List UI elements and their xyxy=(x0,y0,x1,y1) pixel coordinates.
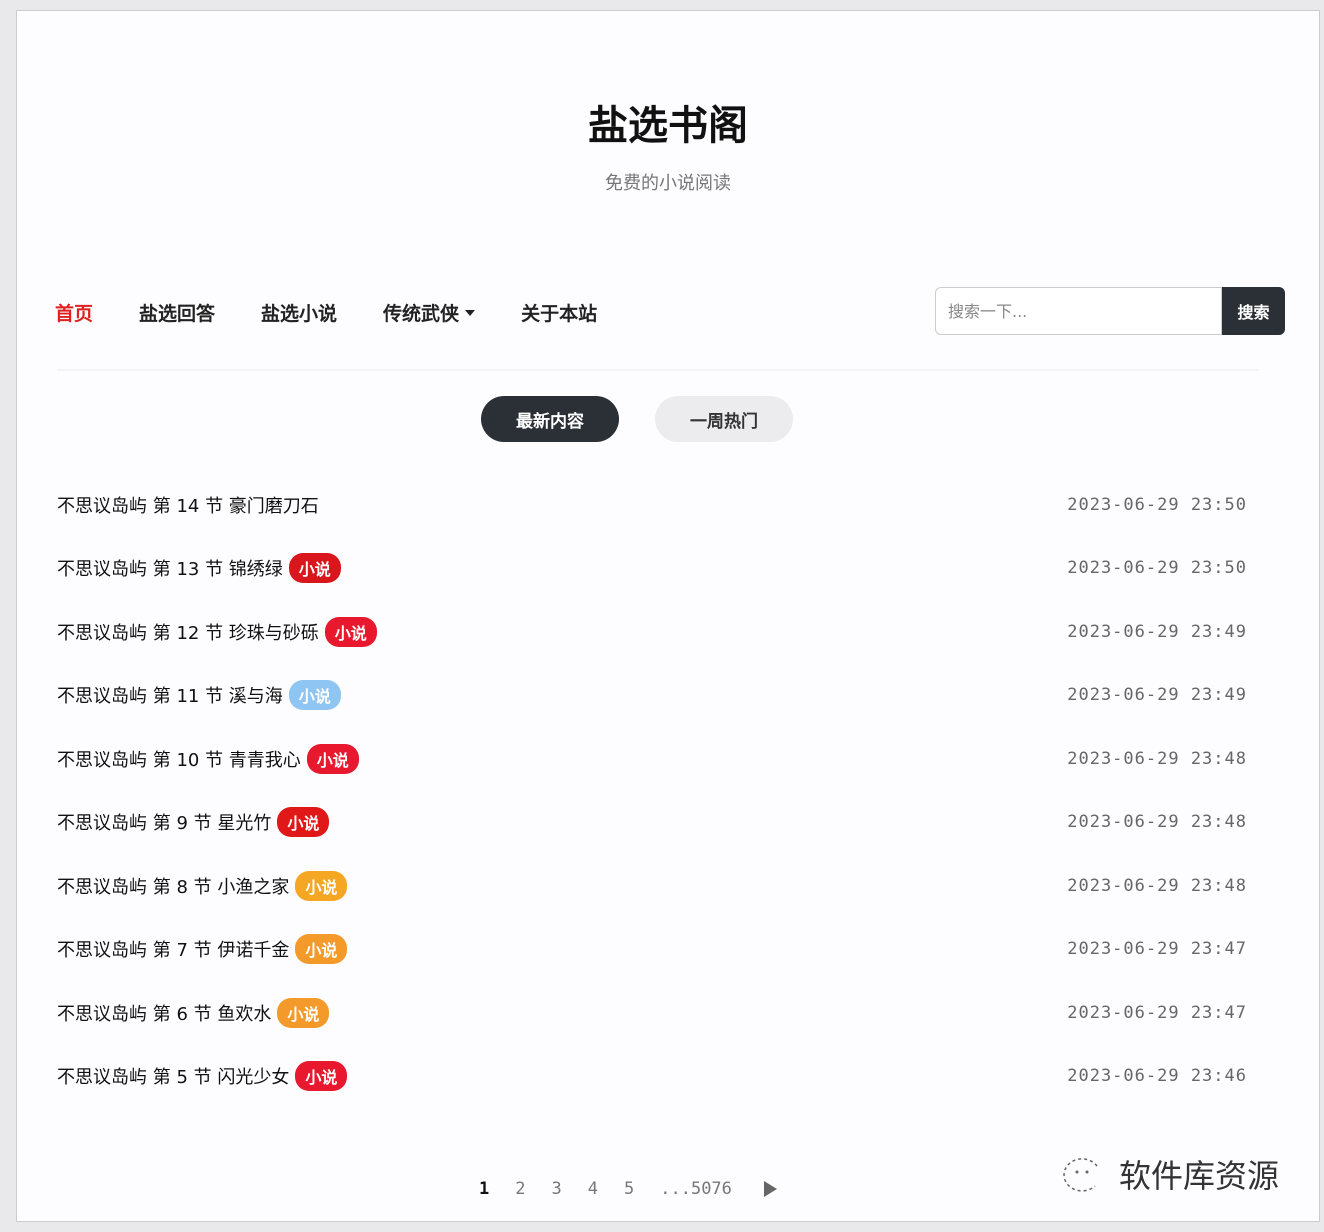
page-link-last[interactable]: ...5076 xyxy=(660,1179,732,1199)
nav-item-label: 盐选回答 xyxy=(139,303,216,325)
nav-item-label: 传统武侠 xyxy=(383,303,460,325)
list-item: 不思议岛屿 第 12 节 珍珠与砂砾 小说 2023-06-29 23:49 xyxy=(57,600,1247,664)
list-item: 不思议岛屿 第 5 节 闪光少女 小说 2023-06-29 23:46 xyxy=(57,1045,1247,1109)
page-link-4[interactable]: 4 xyxy=(588,1179,598,1199)
category-badge[interactable]: 小说 xyxy=(306,743,359,774)
wechat-logo-icon xyxy=(1063,1158,1098,1192)
nav-item-label: 盐选小说 xyxy=(261,303,338,325)
nav-item-1[interactable]: 盐选回答 xyxy=(139,299,215,326)
article-list: 不思议岛屿 第 14 节 豪门磨刀石 2023-06-29 23:50 不思议岛屿 … xyxy=(57,473,1247,1108)
category-badge[interactable]: 小说 xyxy=(288,680,341,711)
item-date: 2023-06-29 23:49 xyxy=(1067,621,1247,642)
item-date: 2023-06-29 23:48 xyxy=(1067,875,1247,896)
content-tabs: 最新内容 一周热门 xyxy=(481,396,793,442)
item-title-link[interactable]: 不思议岛屿 第 6 节 鱼欢水 xyxy=(57,1000,271,1026)
category-badge[interactable]: 小说 xyxy=(288,553,341,584)
page-link-1[interactable]: 1 xyxy=(479,1179,489,1199)
page-link-2[interactable]: 2 xyxy=(515,1179,525,1199)
page: 盐选书阁 免费的小说阅读 首页 盐选回答 盐选小说 传统武侠 关于本站 搜索 最新内容一… xyxy=(16,10,1320,1222)
list-item: 不思议岛屿 第 6 节 鱼欢水 小说 2023-06-29 23:47 xyxy=(57,981,1247,1045)
item-date: 2023-06-29 23:49 xyxy=(1067,685,1247,706)
divider xyxy=(57,369,1259,371)
item-title-link[interactable]: 不思议岛屿 第 8 节 小渔之家 xyxy=(57,873,289,899)
list-item: 不思议岛屿 第 10 节 青青我心 小说 2023-06-29 23:48 xyxy=(57,727,1247,791)
list-item: 不思议岛屿 第 11 节 溪与海 小说 2023-06-29 23:49 xyxy=(57,664,1247,728)
nav-item-label: 首页 xyxy=(55,303,94,325)
category-badge[interactable]: 小说 xyxy=(324,616,377,647)
item-title-link[interactable]: 不思议岛屿 第 9 节 星光竹 xyxy=(57,809,271,835)
item-date: 2023-06-29 23:48 xyxy=(1067,748,1247,769)
search-form: 搜索 xyxy=(935,287,1285,335)
site-subtitle: 免费的小说阅读 xyxy=(605,173,731,194)
main-nav: 首页 盐选回答 盐选小说 传统武侠 关于本站 xyxy=(55,299,643,326)
page-link-5[interactable]: 5 xyxy=(624,1179,634,1199)
item-title-link[interactable]: 不思议岛屿 第 12 节 珍珠与砂砾 xyxy=(57,619,319,645)
item-title-link[interactable]: 不思议岛屿 第 7 节 伊诺千金 xyxy=(57,936,289,962)
search-button[interactable]: 搜索 xyxy=(1222,287,1285,335)
item-date: 2023-06-29 23:50 xyxy=(1067,494,1247,515)
item-title-link[interactable]: 不思议岛屿 第 5 节 闪光少女 xyxy=(57,1063,289,1089)
item-date: 2023-06-29 23:48 xyxy=(1067,812,1247,833)
nav-item-4[interactable]: 关于本站 xyxy=(521,299,597,326)
list-item: 不思议岛屿 第 7 节 伊诺千金 小说 2023-06-29 23:47 xyxy=(57,918,1247,982)
nav-item-3[interactable]: 传统武侠 xyxy=(383,299,476,326)
search-input[interactable] xyxy=(935,287,1222,335)
item-title-link[interactable]: 不思议岛屿 第 10 节 青青我心 xyxy=(57,746,301,772)
item-title-link[interactable]: 不思议岛屿 第 11 节 溪与海 xyxy=(57,682,283,708)
site-title: 盐选书阁 xyxy=(588,103,748,149)
item-date: 2023-06-29 23:50 xyxy=(1067,558,1247,579)
caret-down-icon xyxy=(465,309,476,316)
nav-item-0[interactable]: 首页 xyxy=(55,299,93,326)
watermark: 软件库资源 xyxy=(1057,1151,1279,1197)
list-item: 不思议岛屿 第 14 节 豪门磨刀石 2023-06-29 23:50 xyxy=(57,473,1247,537)
category-badge[interactable]: 小说 xyxy=(295,1061,348,1092)
list-item: 不思议岛屿 第 8 节 小渔之家 小说 2023-06-29 23:48 xyxy=(57,854,1247,918)
nav-item-2[interactable]: 盐选小说 xyxy=(261,299,337,326)
next-page-icon[interactable] xyxy=(763,1181,777,1197)
tab-0[interactable]: 最新内容 xyxy=(481,396,619,442)
nav-item-label: 关于本站 xyxy=(521,303,598,325)
item-title-link[interactable]: 不思议岛屿 第 13 节 锦绣绿 xyxy=(57,555,283,581)
list-item: 不思议岛屿 第 9 节 星光竹 小说 2023-06-29 23:48 xyxy=(57,791,1247,855)
pagination: 1 2 3 4 5 ...5076 xyxy=(479,1179,777,1199)
page-link-3[interactable]: 3 xyxy=(552,1179,562,1199)
category-badge[interactable]: 小说 xyxy=(295,934,348,965)
item-date: 2023-06-29 23:47 xyxy=(1067,1002,1247,1023)
tab-1[interactable]: 一周热门 xyxy=(655,396,793,442)
category-badge[interactable]: 小说 xyxy=(277,997,330,1028)
item-date: 2023-06-29 23:47 xyxy=(1067,939,1247,960)
category-badge[interactable]: 小说 xyxy=(277,807,330,838)
item-title-link[interactable]: 不思议岛屿 第 14 节 豪门磨刀石 xyxy=(57,492,319,518)
list-item: 不思议岛屿 第 13 节 锦绣绿 小说 2023-06-29 23:50 xyxy=(57,537,1247,601)
watermark-text: 软件库资源 xyxy=(1119,1157,1280,1195)
category-badge[interactable]: 小说 xyxy=(295,870,348,901)
item-date: 2023-06-29 23:46 xyxy=(1067,1066,1247,1087)
